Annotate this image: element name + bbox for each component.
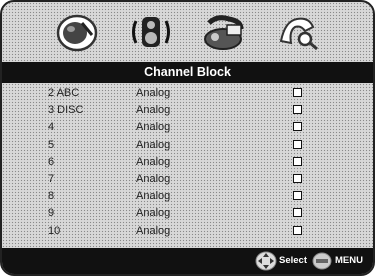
channel-row[interactable]: 9 Analog <box>2 205 373 222</box>
footer-bar: Select MENU <box>2 248 373 274</box>
channel-type: Analog <box>136 190 171 203</box>
channel-row[interactable]: 5 Analog <box>2 137 373 154</box>
channel-row[interactable]: 8 Analog <box>2 188 373 205</box>
channel-type: Analog <box>136 207 171 220</box>
block-checkbox[interactable] <box>293 88 302 97</box>
block-checkbox[interactable] <box>293 156 302 166</box>
menu-icon-bar <box>2 2 373 62</box>
page-title: Channel Block <box>2 62 373 83</box>
channel-number: 10 <box>48 224 61 237</box>
channel-row[interactable]: 2 ABC Analog <box>2 85 373 102</box>
parental-lock-icon[interactable] <box>273 10 323 54</box>
block-checkbox[interactable] <box>293 191 302 201</box>
channel-number: 6 <box>48 155 55 168</box>
channel-row[interactable]: 3 DISC Analog <box>2 102 373 119</box>
channel-row[interactable]: 4 Analog <box>2 119 373 136</box>
audio-settings-icon[interactable] <box>126 10 176 54</box>
channel-type: Analog <box>136 121 171 134</box>
channel-number: 9 <box>48 207 55 220</box>
block-checkbox[interactable] <box>293 225 302 235</box>
block-checkbox[interactable] <box>293 173 302 183</box>
menu-button-icon <box>312 251 332 274</box>
setup-icon[interactable] <box>199 10 249 54</box>
channel-row[interactable]: 6 Analog <box>2 154 373 171</box>
channel-type: Analog <box>136 224 171 237</box>
channel-number: 7 <box>48 172 55 185</box>
channel-type: Analog <box>136 104 171 117</box>
channel-type: Analog <box>136 87 171 99</box>
block-checkbox[interactable] <box>293 208 302 218</box>
block-checkbox[interactable] <box>293 139 302 149</box>
channel-row[interactable]: 10 Analog <box>2 223 373 240</box>
channel-number: 4 <box>48 121 55 134</box>
channel-number: 3 DISC <box>48 104 84 117</box>
select-label: Select <box>279 255 307 266</box>
tv-osd-screen: Channel Block 2 ABC Analog 3 DISC Analog… <box>0 0 375 276</box>
menu-label: MENU <box>335 255 363 266</box>
channel-number: 5 <box>48 138 55 151</box>
channel-number: 2 ABC <box>48 87 80 99</box>
picture-settings-icon[interactable] <box>52 10 102 54</box>
block-checkbox[interactable] <box>293 122 302 132</box>
channel-type: Analog <box>136 155 171 168</box>
channel-type: Analog <box>136 172 171 185</box>
channel-row[interactable]: 7 Analog <box>2 171 373 188</box>
channel-number: 8 <box>48 190 55 203</box>
block-checkbox[interactable] <box>293 105 302 115</box>
channel-list: 2 ABC Analog 3 DISC Analog 4 Analog 5 An… <box>2 85 373 240</box>
dpad-icon <box>255 251 277 274</box>
channel-type: Analog <box>136 138 171 151</box>
